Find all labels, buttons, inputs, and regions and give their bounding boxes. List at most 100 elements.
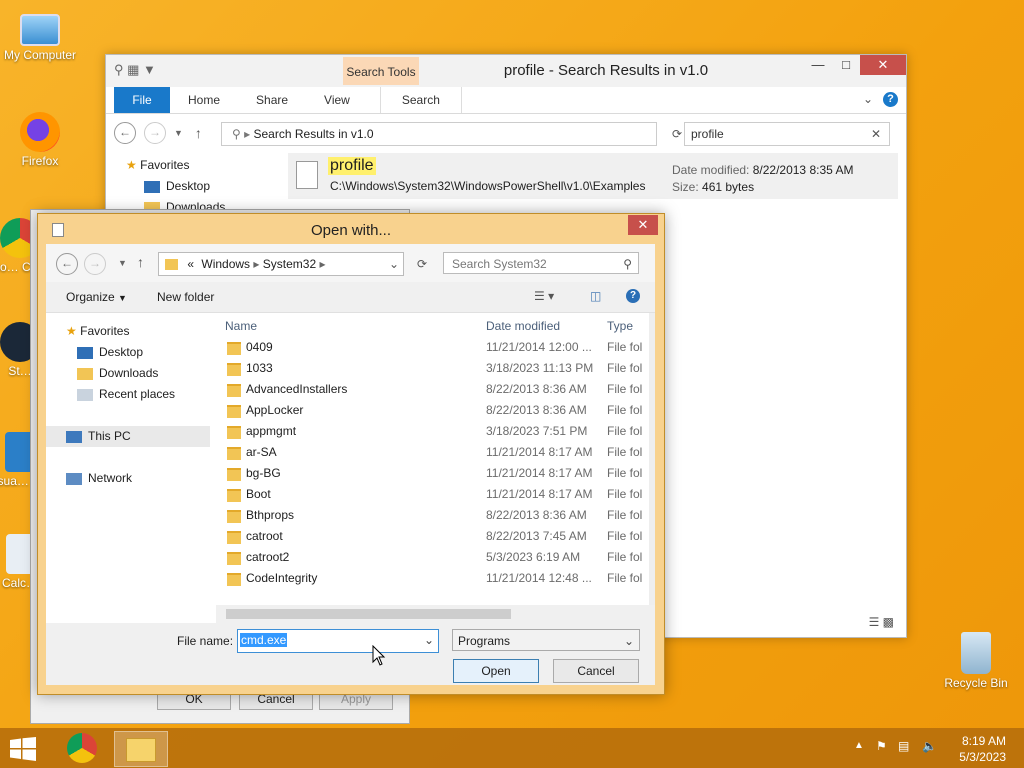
clear-search-icon[interactable]: ✕: [871, 123, 881, 145]
volume-muted-icon[interactable]: 🔈: [922, 739, 937, 753]
search-result-item[interactable]: profile C:\Windows\System32\WindowsPower…: [288, 153, 898, 199]
desktop-icon-my-computer[interactable]: My Computer: [0, 10, 80, 62]
show-hidden-icons[interactable]: ▲: [854, 740, 864, 751]
column-name[interactable]: Name: [225, 319, 257, 333]
file-row-date: 8/22/2013 7:45 AM: [486, 529, 587, 543]
file-row-type: File fol: [607, 340, 643, 354]
breadcrumb-system32[interactable]: System32: [263, 257, 316, 271]
help-icon[interactable]: ?: [626, 289, 640, 303]
horizontal-scrollbar[interactable]: [216, 605, 655, 623]
taskbar-chrome[interactable]: [56, 731, 108, 765]
forward-button[interactable]: →: [144, 122, 166, 144]
tab-file[interactable]: File: [114, 87, 170, 113]
back-button[interactable]: ←: [56, 253, 78, 275]
recent-locations-icon[interactable]: ▼: [174, 128, 183, 138]
file-row[interactable]: ar-SA 11/21/2014 8:17 AM File fol: [222, 442, 655, 463]
nav-favorites-label: Favorites: [80, 324, 130, 338]
nav-network[interactable]: Network: [46, 468, 216, 489]
open-with-dialog[interactable]: Open with... ✕ ← → ▼ ↑ « Windows ▸ Syste…: [37, 213, 665, 695]
back-button[interactable]: ←: [114, 122, 136, 144]
view-toggle-icons[interactable]: ☰ ▩: [869, 615, 894, 629]
view-options-icon[interactable]: ☰ ▾: [534, 289, 554, 303]
dialog-search-input[interactable]: Search System32 ⚲: [443, 252, 639, 274]
close-button[interactable]: ✕: [860, 55, 906, 75]
search-icon: ⚲: [623, 257, 632, 271]
nav-favorites[interactable]: ★ Favorites: [126, 155, 225, 176]
nav-desktop-label: Desktop: [99, 345, 144, 359]
action-center-icon[interactable]: ⚑: [876, 739, 887, 753]
nav-downloads[interactable]: Downloads: [46, 363, 216, 384]
organize-button[interactable]: Organize ▼: [66, 290, 127, 304]
tab-share[interactable]: Share: [238, 93, 306, 107]
file-row[interactable]: appmgmt 3/18/2023 7:51 PM File fol: [222, 421, 655, 442]
result-meta: Date modified: 8/22/2013 8:35 AM Size: 4…: [672, 162, 853, 196]
file-row-name: 1033: [246, 361, 273, 375]
explorer-search-input[interactable]: profile ✕: [684, 122, 890, 146]
cancel-button[interactable]: Cancel: [553, 659, 639, 683]
file-name-input[interactable]: cmd.exe ⌄: [237, 629, 439, 653]
recent-locations-icon[interactable]: ▼: [118, 258, 127, 268]
system-tray: ▲ ⚑ ▤ 🔈 8:19 AM 5/3/2023: [824, 728, 1024, 768]
file-row[interactable]: bg-BG 11/21/2014 8:17 AM File fol: [222, 463, 655, 484]
file-row[interactable]: 0409 11/21/2014 12:00 ... File fol: [222, 337, 655, 358]
dialog-address-bar[interactable]: « Windows ▸ System32 ▸ ⌄ ⟳: [158, 252, 427, 276]
explorer-titlebar[interactable]: ⚲ ▦ ▼ Search Tools profile - Search Resu…: [106, 55, 906, 87]
nav-favorites[interactable]: ★ Favorites: [46, 321, 216, 342]
minimize-button[interactable]: —: [804, 55, 832, 75]
nav-this-pc[interactable]: This PC: [46, 426, 210, 447]
up-button[interactable]: ↑: [137, 254, 144, 270]
dialog-search-placeholder: Search System32: [452, 257, 547, 271]
tab-home[interactable]: Home: [170, 93, 238, 107]
file-row[interactable]: Bthprops 8/22/2013 8:36 AM File fol: [222, 505, 655, 526]
chevron-down-icon[interactable]: ⌄: [424, 633, 434, 647]
forward-button[interactable]: →: [84, 253, 106, 275]
folder-icon: [227, 489, 241, 502]
column-date-modified[interactable]: Date modified: [486, 319, 560, 333]
taskbar-file-explorer[interactable]: [114, 731, 168, 767]
desktop-icon-recycle-bin[interactable]: Recycle Bin: [936, 632, 1016, 690]
clock[interactable]: 8:19 AM 5/3/2023: [959, 733, 1006, 765]
file-row-type: File fol: [607, 466, 643, 480]
file-row[interactable]: 1033 3/18/2023 11:13 PM File fol: [222, 358, 655, 379]
tab-view[interactable]: View: [306, 93, 368, 107]
star-icon: ★: [126, 158, 137, 172]
tab-search[interactable]: Search: [379, 87, 462, 113]
open-button[interactable]: Open: [453, 659, 539, 683]
clock-date: 5/3/2023: [959, 750, 1006, 764]
help-icon[interactable]: ?: [883, 92, 898, 107]
breadcrumb-overflow[interactable]: «: [187, 257, 194, 271]
address-dropdown-icon[interactable]: ⌄: [389, 253, 399, 275]
file-row[interactable]: catroot 8/22/2013 7:45 AM File fol: [222, 526, 655, 547]
breadcrumb-separator-icon: ▸: [253, 257, 260, 271]
dialog-toolbar: Organize ▼ New folder ☰ ▾ ◫ ?: [46, 282, 655, 313]
pc-icon: [66, 430, 82, 443]
nav-desktop[interactable]: Desktop: [46, 342, 216, 363]
vertical-scrollbar[interactable]: [649, 313, 655, 610]
start-button[interactable]: [10, 737, 36, 761]
new-folder-button[interactable]: New folder: [157, 290, 214, 304]
desktop-icon-firefox[interactable]: Firefox: [0, 112, 80, 168]
file-row-type: File fol: [607, 529, 643, 543]
explorer-address-bar[interactable]: ⚲ ▸ Search Results in v1.0 ⟳: [221, 122, 682, 146]
file-row[interactable]: Boot 11/21/2014 8:17 AM File fol: [222, 484, 655, 505]
file-row[interactable]: AppLocker 8/22/2013 8:36 AM File fol: [222, 400, 655, 421]
up-button[interactable]: ↑: [195, 125, 202, 141]
refresh-icon[interactable]: ⟳: [672, 123, 682, 145]
chevron-down-icon[interactable]: ⌄: [863, 92, 873, 107]
file-row[interactable]: AdvancedInstallers 8/22/2013 8:36 AM File …: [222, 379, 655, 400]
file-row[interactable]: CodeIntegrity 11/21/2014 12:48 ... File fo…: [222, 568, 655, 589]
dialog-footer: File name: cmd.exe ⌄ Programs ⌄ Open Can…: [46, 623, 655, 685]
refresh-icon[interactable]: ⟳: [417, 253, 427, 275]
network-icon[interactable]: ▤: [898, 739, 909, 753]
nav-desktop[interactable]: Desktop: [126, 176, 225, 197]
preview-pane-icon[interactable]: ◫: [590, 289, 601, 303]
file-row[interactable]: catroot2 5/3/2023 6:19 AM File fol: [222, 547, 655, 568]
dialog-close-button[interactable]: ✕: [628, 215, 658, 235]
file-type-select[interactable]: Programs ⌄: [452, 629, 640, 651]
computer-icon: [20, 14, 60, 46]
scrollbar-thumb[interactable]: [226, 609, 511, 619]
nav-recent-places[interactable]: Recent places: [46, 384, 216, 405]
maximize-button[interactable]: □: [832, 55, 860, 75]
column-type[interactable]: Type: [607, 319, 633, 333]
breadcrumb-windows[interactable]: Windows: [201, 257, 250, 271]
